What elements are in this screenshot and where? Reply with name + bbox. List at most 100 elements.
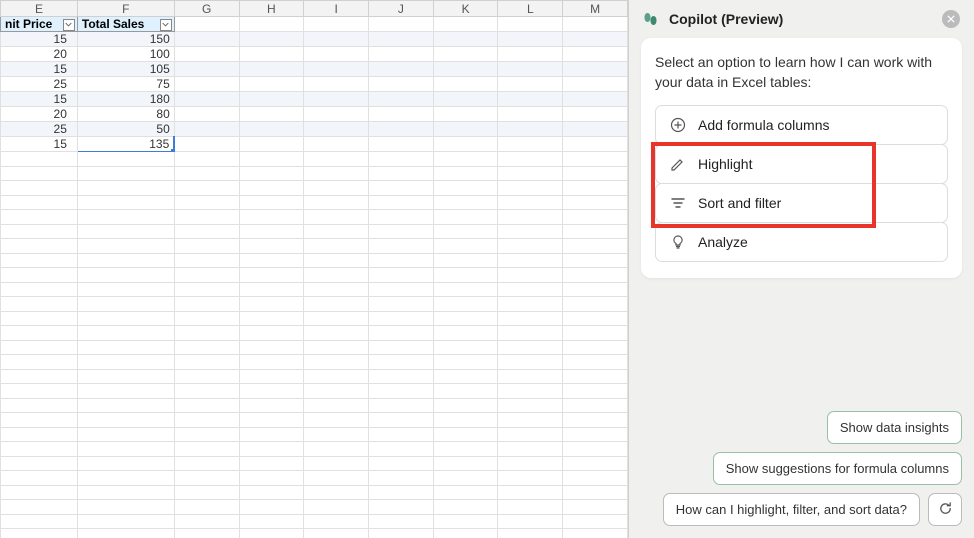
empty-cell[interactable] — [498, 152, 563, 167]
empty-cell[interactable] — [368, 62, 433, 77]
empty-cell[interactable] — [304, 47, 369, 62]
empty-cell[interactable] — [368, 210, 433, 225]
empty-cell[interactable] — [304, 514, 369, 529]
empty-cell[interactable] — [563, 427, 628, 442]
empty-cell[interactable] — [174, 500, 239, 515]
header-unit-price[interactable]: nit Price — [1, 17, 78, 32]
empty-cell[interactable] — [563, 107, 628, 122]
empty-cell[interactable] — [304, 195, 369, 210]
empty-cell[interactable] — [239, 398, 304, 413]
empty-cell[interactable] — [174, 32, 239, 47]
empty-cell[interactable] — [498, 500, 563, 515]
empty-cell[interactable] — [498, 413, 563, 428]
empty-cell[interactable] — [304, 485, 369, 500]
empty-cell[interactable] — [239, 62, 304, 77]
empty-cell[interactable] — [498, 471, 563, 486]
empty-cell[interactable] — [1, 224, 78, 239]
empty-cell[interactable] — [77, 442, 174, 457]
empty-cell[interactable] — [77, 253, 174, 268]
empty-cell[interactable] — [1, 253, 78, 268]
empty-cell[interactable] — [239, 355, 304, 370]
empty-cell[interactable] — [1, 485, 78, 500]
empty-cell[interactable] — [77, 413, 174, 428]
empty-cell[interactable] — [304, 311, 369, 326]
empty-cell[interactable] — [304, 239, 369, 254]
empty-cell[interactable] — [304, 122, 369, 137]
empty-cell[interactable] — [498, 529, 563, 538]
empty-cell[interactable] — [433, 77, 498, 92]
add-formula-columns-button[interactable]: Add formula columns — [655, 105, 948, 145]
empty-cell[interactable] — [433, 413, 498, 428]
empty-cell[interactable] — [498, 137, 563, 152]
col-letter-M[interactable]: M — [563, 1, 628, 17]
empty-cell[interactable] — [239, 297, 304, 312]
empty-cell[interactable] — [239, 17, 304, 32]
empty-cell[interactable] — [368, 413, 433, 428]
empty-cell[interactable] — [174, 514, 239, 529]
empty-cell[interactable] — [239, 92, 304, 107]
formula-suggestions-chip[interactable]: Show suggestions for formula columns — [713, 452, 962, 485]
empty-cell[interactable] — [77, 239, 174, 254]
empty-cell[interactable] — [304, 355, 369, 370]
empty-cell[interactable] — [433, 47, 498, 62]
empty-cell[interactable] — [368, 442, 433, 457]
empty-cell[interactable] — [174, 152, 239, 167]
empty-cell[interactable] — [77, 152, 174, 167]
empty-cell[interactable] — [368, 253, 433, 268]
empty-cell[interactable] — [174, 282, 239, 297]
empty-cell[interactable] — [498, 32, 563, 47]
cell-unit-price[interactable]: 25 — [1, 77, 78, 92]
cell-unit-price[interactable]: 15 — [1, 62, 78, 77]
empty-cell[interactable] — [174, 239, 239, 254]
empty-cell[interactable] — [174, 210, 239, 225]
empty-cell[interactable] — [498, 297, 563, 312]
empty-cell[interactable] — [77, 398, 174, 413]
empty-cell[interactable] — [433, 340, 498, 355]
empty-cell[interactable] — [239, 152, 304, 167]
cell-unit-price[interactable]: 25 — [1, 122, 78, 137]
empty-cell[interactable] — [563, 47, 628, 62]
empty-cell[interactable] — [563, 62, 628, 77]
empty-cell[interactable] — [1, 398, 78, 413]
empty-cell[interactable] — [77, 297, 174, 312]
empty-cell[interactable] — [77, 485, 174, 500]
empty-cell[interactable] — [1, 514, 78, 529]
empty-cell[interactable] — [368, 137, 433, 152]
empty-cell[interactable] — [239, 253, 304, 268]
empty-cell[interactable] — [304, 369, 369, 384]
empty-cell[interactable] — [174, 224, 239, 239]
empty-cell[interactable] — [563, 384, 628, 399]
empty-cell[interactable] — [498, 514, 563, 529]
empty-cell[interactable] — [498, 427, 563, 442]
empty-cell[interactable] — [239, 107, 304, 122]
empty-cell[interactable] — [77, 195, 174, 210]
empty-cell[interactable] — [1, 456, 78, 471]
empty-cell[interactable] — [498, 442, 563, 457]
empty-cell[interactable] — [498, 195, 563, 210]
col-letter-E[interactable]: E — [1, 1, 78, 17]
empty-cell[interactable] — [433, 326, 498, 341]
empty-cell[interactable] — [433, 311, 498, 326]
col-letter-H[interactable]: H — [239, 1, 304, 17]
empty-cell[interactable] — [1, 500, 78, 515]
empty-cell[interactable] — [563, 485, 628, 500]
empty-cell[interactable] — [563, 224, 628, 239]
empty-cell[interactable] — [368, 369, 433, 384]
empty-cell[interactable] — [239, 137, 304, 152]
empty-cell[interactable] — [563, 529, 628, 538]
empty-cell[interactable] — [304, 456, 369, 471]
empty-cell[interactable] — [498, 224, 563, 239]
empty-cell[interactable] — [433, 355, 498, 370]
empty-cell[interactable] — [368, 326, 433, 341]
empty-cell[interactable] — [433, 282, 498, 297]
empty-cell[interactable] — [304, 282, 369, 297]
empty-cell[interactable] — [304, 166, 369, 181]
empty-cell[interactable] — [1, 181, 78, 196]
empty-cell[interactable] — [498, 92, 563, 107]
empty-cell[interactable] — [368, 195, 433, 210]
cell-total-sales[interactable]: 135 — [77, 137, 174, 152]
empty-cell[interactable] — [563, 268, 628, 283]
empty-cell[interactable] — [239, 471, 304, 486]
empty-cell[interactable] — [239, 282, 304, 297]
empty-cell[interactable] — [239, 442, 304, 457]
